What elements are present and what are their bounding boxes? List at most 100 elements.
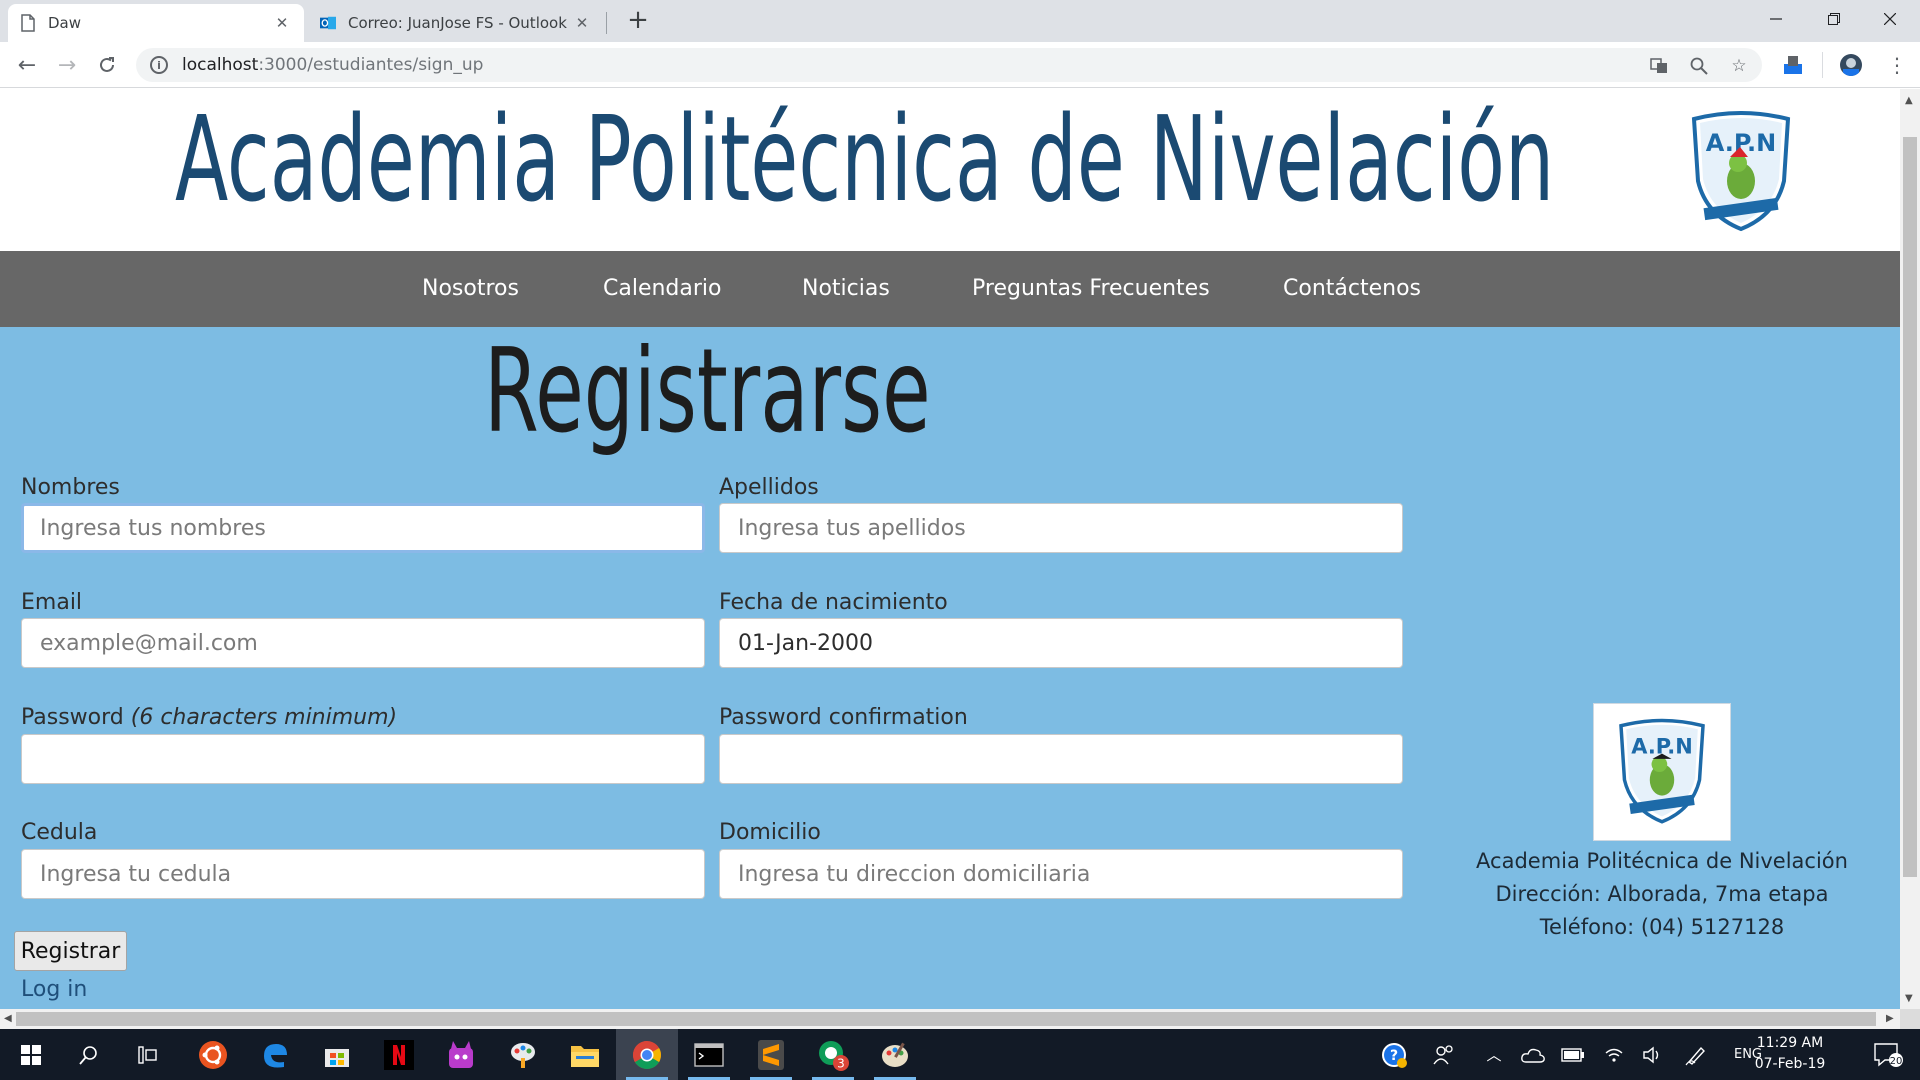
close-icon[interactable]: ✕ — [272, 14, 292, 32]
password-label: Password (6 characters minimum) — [21, 705, 397, 730]
tray-action-center[interactable]: 20 — [1860, 1029, 1916, 1080]
paint-icon — [882, 1042, 908, 1067]
notification-icon: 20 — [1874, 1042, 1903, 1067]
nav-contactenos[interactable]: Contáctenos — [1283, 251, 1421, 327]
taskbar-paint[interactable] — [864, 1029, 926, 1080]
extension-icon[interactable] — [1782, 54, 1804, 76]
battery-icon — [1561, 1047, 1584, 1062]
signup-section: Registrarse Nombres Apellidos Email Fech… — [0, 327, 1900, 1009]
registrar-button[interactable]: Registrar — [14, 931, 127, 971]
taskbar-ubuntu[interactable] — [182, 1029, 244, 1080]
taskbar-chrome[interactable] — [616, 1029, 678, 1080]
tray-help[interactable]: ? — [1376, 1029, 1412, 1080]
star-icon[interactable]: ☆ — [1730, 57, 1748, 75]
document-icon — [21, 14, 35, 32]
taskbar-hangouts[interactable]: 3 — [802, 1029, 864, 1080]
wifi-icon — [1605, 1048, 1623, 1062]
edge-icon — [264, 1043, 287, 1068]
browser-toolbar: ← → i localhost:3000/estudiantes/sign_up… — [0, 42, 1920, 88]
taskbar-store[interactable] — [306, 1029, 368, 1080]
password-confirmation-label: Password confirmation — [719, 705, 968, 730]
scroll-left-icon[interactable]: ◀ — [4, 1013, 12, 1024]
apn-logo: A.P.N — [1691, 111, 1791, 232]
kebab-menu-icon[interactable]: ⋮ — [1886, 54, 1908, 76]
clock-date: 07-Feb-19 — [1754, 1056, 1826, 1072]
password-hint: (6 characters minimum) — [130, 705, 398, 730]
email-input[interactable] — [21, 618, 705, 668]
info-phone: Teléfono: (04) 5127128 — [1539, 915, 1785, 939]
close-window-button[interactable] — [1862, 0, 1918, 38]
back-button[interactable]: ← — [10, 48, 44, 82]
horizontal-scrollbar[interactable]: ◀ ▶ — [0, 1009, 1900, 1029]
vertical-scrollbar[interactable]: ▲ ▼ — [1900, 89, 1920, 1009]
minimize-button[interactable] — [1748, 0, 1804, 38]
reload-icon — [100, 57, 114, 72]
toolbar-divider — [1822, 52, 1823, 78]
tray-clock[interactable]: 11:29 AM 07-Feb-19 — [1740, 1033, 1840, 1075]
close-icon[interactable]: ✕ — [572, 14, 592, 32]
tab-outlook[interactable]: Correo: JuanJose FS - Outlook ✕ — [308, 4, 604, 42]
password-confirmation-input[interactable] — [719, 734, 1403, 784]
tray-battery[interactable] — [1554, 1029, 1592, 1080]
forward-button[interactable]: → — [50, 48, 84, 82]
nombres-input[interactable] — [21, 503, 705, 553]
apellidos-input[interactable] — [719, 503, 1403, 553]
password-input[interactable] — [21, 734, 705, 784]
cedula-input[interactable] — [21, 849, 705, 899]
taskbar-netflix[interactable] — [368, 1029, 430, 1080]
new-tab-button[interactable]: + — [624, 6, 652, 34]
profile-avatar[interactable] — [1840, 54, 1862, 76]
taskbar-paint-3d[interactable] — [492, 1029, 554, 1080]
people-icon — [1433, 1044, 1453, 1064]
scroll-up-icon[interactable]: ▲ — [1905, 95, 1913, 106]
taskbar-file-explorer[interactable] — [554, 1029, 616, 1080]
address-bar[interactable]: i localhost:3000/estudiantes/sign_up ☆ — [136, 48, 1762, 82]
translate-icon[interactable] — [1650, 57, 1668, 75]
scrollbar-thumb[interactable] — [16, 1012, 1876, 1026]
contact-info-panel: A.P.N Academia Politécnica de Nivelación… — [1440, 703, 1884, 944]
start-button[interactable] — [0, 1029, 62, 1080]
nav-calendario[interactable]: Calendario — [603, 251, 722, 327]
tray-people[interactable] — [1426, 1029, 1462, 1080]
close-icon — [1884, 13, 1896, 25]
domicilio-label: Domicilio — [719, 820, 821, 845]
tray-show-hidden[interactable]: ︿ — [1474, 1029, 1514, 1080]
taskbar-sublime-text[interactable] — [740, 1029, 802, 1080]
clock-time: 11:29 AM — [1756, 1035, 1824, 1051]
tray-pen[interactable] — [1678, 1029, 1714, 1080]
fecha-nacimiento-input[interactable] — [719, 618, 1403, 668]
tray-wifi[interactable] — [1596, 1029, 1632, 1080]
scroll-down-icon[interactable]: ▼ — [1905, 993, 1913, 1004]
tray-volume[interactable] — [1634, 1029, 1670, 1080]
reload-button[interactable] — [90, 48, 124, 82]
scroll-right-icon[interactable]: ▶ — [1886, 1013, 1894, 1024]
scrollbar-corner — [1900, 1009, 1920, 1029]
zoom-icon[interactable] — [1690, 57, 1708, 75]
search-button[interactable] — [58, 1029, 120, 1080]
nav-noticias[interactable]: Noticias — [802, 251, 890, 327]
windows-taskbar: 3 ? ︿ ENG 11:29 AM 07-Feb-19 20 — [0, 1029, 1920, 1080]
taskbar-edge[interactable] — [244, 1029, 306, 1080]
url-host: localhost — [182, 55, 259, 75]
login-link[interactable]: Log in — [21, 977, 87, 1002]
nav-preguntas-frecuentes[interactable]: Preguntas Frecuentes — [972, 251, 1210, 327]
domicilio-input[interactable] — [719, 849, 1403, 899]
task-view-button[interactable] — [118, 1029, 180, 1080]
taskbar-game[interactable] — [430, 1029, 492, 1080]
taskbar-terminal[interactable] — [678, 1029, 740, 1080]
folder-icon — [571, 1045, 599, 1067]
info-icon[interactable]: i — [150, 56, 168, 74]
tray-onedrive[interactable] — [1514, 1029, 1552, 1080]
tab-divider — [606, 12, 607, 34]
game-icon — [449, 1040, 473, 1068]
site-nav: Nosotros Calendario Noticias Preguntas F… — [0, 251, 1900, 327]
nav-nosotros[interactable]: Nosotros — [422, 251, 519, 327]
scrollbar-thumb[interactable] — [1903, 137, 1917, 877]
tab-daw[interactable]: Daw ✕ — [8, 4, 304, 42]
help-icon: ? — [1382, 1042, 1407, 1068]
minimize-icon — [1770, 18, 1782, 20]
info-logo-frame: A.P.N — [1593, 703, 1731, 841]
info-address: Dirección: Alborada, 7ma etapa — [1495, 882, 1829, 906]
pen-icon — [1685, 1046, 1705, 1065]
restore-button[interactable] — [1806, 0, 1862, 38]
